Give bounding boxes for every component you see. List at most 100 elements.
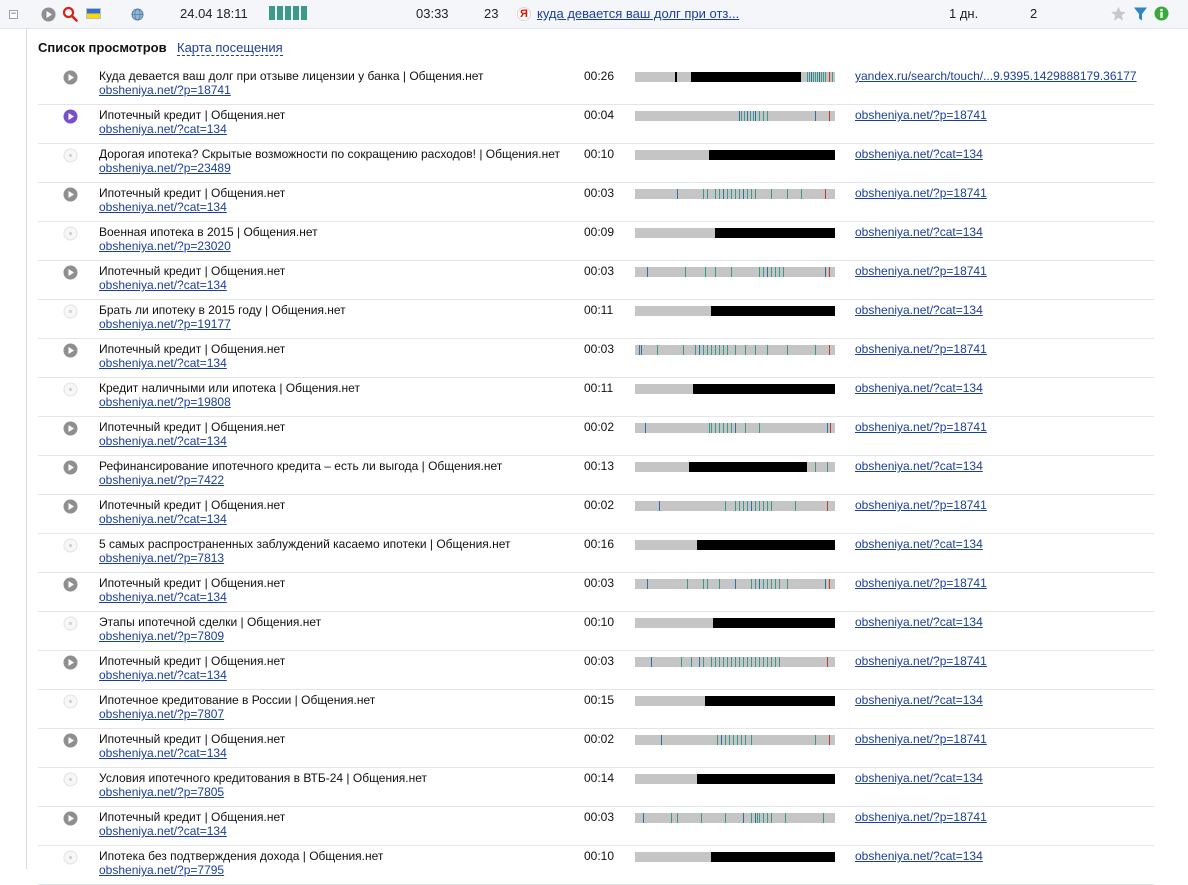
pageview-row[interactable]: 5 самых распространенных заблуждений кас… [38,533,1154,573]
referrer-link[interactable]: obsheniya.net/?cat=134 [855,147,983,161]
dot-icon[interactable] [63,538,78,553]
pageview-row[interactable]: Рефинансирование ипотечного кредита – ес… [38,455,1154,495]
dot-icon[interactable] [63,304,78,319]
page-url-link[interactable]: obsheniya.net/?cat=134 [99,512,227,526]
play-icon[interactable] [63,733,78,748]
page-url-link[interactable]: obsheniya.net/?p=7809 [99,629,224,643]
play-icon[interactable] [63,70,78,85]
timeline-event-tick [819,72,820,82]
activity-timeline [635,150,835,160]
referrer-link[interactable]: obsheniya.net/?p=18741 [855,342,987,356]
play-icon[interactable] [63,655,78,670]
play-icon[interactable] [63,187,78,202]
page-url-link[interactable]: obsheniya.net/?cat=134 [99,746,227,760]
page-url-link[interactable]: obsheniya.net/?p=19808 [99,395,231,409]
referrer-link[interactable]: obsheniya.net/?cat=134 [855,771,983,785]
page-url-link[interactable]: obsheniya.net/?p=7422 [99,473,224,487]
info-icon[interactable] [1154,6,1169,24]
page-url-link[interactable]: obsheniya.net/?cat=134 [99,590,227,604]
pageview-row[interactable]: Дорогая ипотека? Скрытые возможности по … [38,143,1154,183]
referrer-link[interactable]: obsheniya.net/?cat=134 [855,225,983,239]
visit-summary-row[interactable]: − 24.04 18:11 03:33 23 Я куда девается в… [0,0,1188,29]
page-url-link[interactable]: obsheniya.net/?cat=134 [99,824,227,838]
referrer-link[interactable]: obsheniya.net/?cat=134 [855,537,983,551]
pageview-row[interactable]: Ипотечный кредит | Общения.нет obsheniya.… [38,182,1154,222]
play-icon[interactable] [63,421,78,436]
pageview-row[interactable]: Брать ли ипотеку в 2015 году | Общения.н… [38,299,1154,339]
pageview-row[interactable]: Ипотечный кредит | Общения.нет obsheniya.… [38,260,1154,300]
pageview-row[interactable]: Ипотечный кредит | Общения.нет obsheniya.… [38,104,1154,144]
play-icon[interactable] [63,265,78,280]
pageview-row[interactable]: Куда девается ваш долг при отзыве лиценз… [38,65,1154,105]
pageview-row[interactable]: Этапы ипотечной сделки | Общения.нет obsh… [38,611,1154,651]
page-url-link[interactable]: obsheniya.net/?cat=134 [99,278,227,292]
dot-icon[interactable] [63,694,78,709]
referrer-link[interactable]: obsheniya.net/?cat=134 [855,693,983,707]
play-icon[interactable] [63,460,78,475]
page-url-link[interactable]: obsheniya.net/?p=7807 [99,707,224,721]
search-icon[interactable] [62,6,78,25]
pageview-row[interactable]: Ипотечный кредит | Общения.нет obsheniya.… [38,728,1154,768]
page-url-link[interactable]: obsheniya.net/?cat=134 [99,434,227,448]
dot-icon[interactable] [63,226,78,241]
play-icon[interactable] [41,7,56,22]
referrer-link[interactable]: obsheniya.net/?cat=134 [855,303,983,317]
referrer-link[interactable]: yandex.ru/search/touch/...9.9395.1429888… [855,69,1137,83]
referrer-link[interactable]: obsheniya.net/?cat=134 [855,849,983,863]
pageview-row[interactable]: Кредит наличными или ипотека | Общения.н… [38,377,1154,417]
page-url-link[interactable]: obsheniya.net/?p=7805 [99,785,224,799]
referrer-link[interactable]: obsheniya.net/?p=18741 [855,810,987,824]
source-link[interactable]: куда девается ваш долг при отз... [537,6,739,21]
play-icon[interactable] [63,811,78,826]
page-url-link[interactable]: obsheniya.net/?p=7813 [99,551,224,565]
play-icon[interactable] [63,343,78,358]
pageview-row[interactable]: Военная ипотека в 2015 | Общения.нет obsh… [38,221,1154,261]
dot-icon[interactable] [63,382,78,397]
referrer-link[interactable]: obsheniya.net/?cat=134 [855,615,983,629]
referrer-link[interactable]: obsheniya.net/?cat=134 [855,381,983,395]
filter-icon[interactable] [1133,6,1148,25]
referrer-link[interactable]: obsheniya.net/?p=18741 [855,186,987,200]
play-icon[interactable] [63,577,78,592]
referrer-link[interactable]: obsheniya.net/?p=18741 [855,732,987,746]
page-url-link[interactable]: obsheniya.net/?p=19177 [99,317,231,331]
page-url-link[interactable]: obsheniya.net/?p=23489 [99,161,231,175]
page-url-link[interactable]: obsheniya.net/?p=23020 [99,239,231,253]
collapse-toggle-icon[interactable]: − [9,10,18,19]
pageview-row[interactable]: Ипотечное кредитование в России | Общени… [38,689,1154,729]
referrer-link[interactable]: obsheniya.net/?p=18741 [855,654,987,668]
page-title: 5 самых распространенных заблуждений кас… [99,537,511,551]
page-url-link[interactable]: obsheniya.net/?cat=134 [99,668,227,682]
timeline-event-tick [807,72,808,82]
pageview-row[interactable]: Ипотечный кредит | Общения.нет obsheniya.… [38,806,1154,846]
pageview-row[interactable]: Ипотека без подтверждения дохода | Общен… [38,845,1154,885]
pageview-row[interactable]: Ипотечный кредит | Общения.нет obsheniya.… [38,494,1154,534]
referrer-link[interactable]: obsheniya.net/?p=18741 [855,420,987,434]
referrer-link[interactable]: obsheniya.net/?p=18741 [855,264,987,278]
pageview-row[interactable]: Ипотечный кредит | Общения.нет obsheniya.… [38,650,1154,690]
page-url-link[interactable]: obsheniya.net/?cat=134 [99,356,227,370]
play-icon[interactable] [63,109,78,124]
referrer-link[interactable]: obsheniya.net/?p=18741 [855,576,987,590]
page-url-link[interactable]: obsheniya.net/?cat=134 [99,122,227,136]
page-url-link[interactable]: obsheniya.net/?p=18741 [99,83,231,97]
dot-icon[interactable] [63,148,78,163]
star-icon[interactable] [1110,6,1127,25]
page-url-link[interactable]: obsheniya.net/?p=7795 [99,863,224,877]
play-icon[interactable] [63,499,78,514]
referrer-link[interactable]: obsheniya.net/?cat=134 [855,459,983,473]
referrer-link[interactable]: obsheniya.net/?p=18741 [855,498,987,512]
pageview-row[interactable]: Условия ипотечного кредитования в ВТБ-24… [38,767,1154,807]
pageview-row[interactable]: Ипотечный кредит | Общения.нет obsheniya.… [38,338,1154,378]
page-url-link[interactable]: obsheniya.net/?cat=134 [99,200,227,214]
pageview-row[interactable]: Ипотечный кредит | Общения.нет obsheniya.… [38,416,1154,456]
referrer-link[interactable]: obsheniya.net/?p=18741 [855,108,987,122]
dot-icon[interactable] [63,772,78,787]
dot-icon[interactable] [63,616,78,631]
dot-icon[interactable] [63,850,78,865]
page-title: Ипотека без подтверждения дохода | Общен… [99,849,384,863]
tab-visit-map[interactable]: Карта посещения [177,40,283,56]
pageview-row[interactable]: Ипотечный кредит | Общения.нет obsheniya.… [38,572,1154,612]
timeline-event-tick [827,657,828,667]
tab-pageview-list[interactable]: Список просмотров [38,40,167,55]
